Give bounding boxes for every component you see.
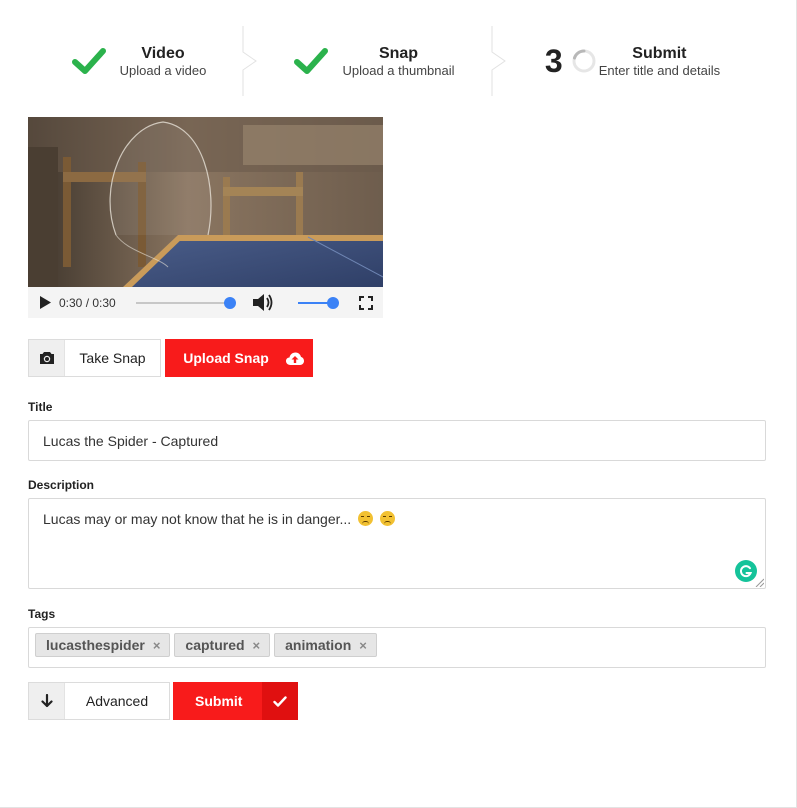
tag-remove-icon[interactable]: ×	[359, 638, 367, 653]
title-input[interactable]: Lucas the Spider - Captured	[28, 420, 766, 461]
step-submit[interactable]: 3 Submit Enter title and details	[499, 26, 766, 96]
video-time: 0:30 / 0:30	[59, 296, 116, 310]
step-description: Upload a thumbnail	[342, 62, 455, 78]
take-snap-button[interactable]: Take Snap	[28, 339, 161, 377]
upload-snap-label: Upload Snap	[183, 350, 269, 366]
description-value: Lucas may or may not know that he is in …	[43, 511, 352, 527]
step-description: Enter title and details	[598, 62, 721, 78]
tag-label: captured	[185, 637, 245, 653]
upload-snap-button[interactable]: Upload Snap	[165, 339, 313, 377]
disappointed-emoji-icon	[379, 511, 395, 526]
seek-track[interactable]	[136, 302, 232, 304]
step-title: Submit	[632, 44, 687, 62]
check-icon	[71, 48, 106, 74]
tag-label: lucasthespider	[46, 637, 145, 653]
tags-label: Tags	[28, 607, 56, 621]
description-label: Description	[28, 478, 95, 492]
tag-remove-icon[interactable]: ×	[253, 638, 261, 653]
step-separator	[242, 26, 257, 96]
submit-button[interactable]: Submit	[173, 682, 298, 720]
camera-icon	[39, 352, 54, 364]
title-label: Title	[28, 400, 53, 414]
tags-input[interactable]: lucasthespider × captured × animation ×	[28, 627, 766, 668]
tag-chip: animation ×	[274, 633, 377, 657]
step-title: Video	[141, 44, 185, 62]
volume-icon[interactable]	[253, 294, 273, 311]
cloud-upload-icon	[286, 352, 304, 365]
step-description: Upload a video	[119, 62, 207, 78]
check-icon	[294, 48, 329, 74]
fullscreen-icon[interactable]	[359, 296, 373, 310]
step-separator	[491, 26, 506, 96]
arrow-down-icon	[40, 694, 53, 708]
tag-chip: captured ×	[174, 633, 271, 657]
title-value: Lucas the Spider - Captured	[43, 433, 219, 449]
video-controls: 0:30 / 0:30	[28, 287, 383, 318]
submit-label: Submit	[195, 693, 243, 709]
tag-label: animation	[285, 637, 352, 653]
checkmark-icon	[273, 695, 287, 707]
advanced-label: Advanced	[85, 693, 149, 709]
advanced-button[interactable]: Advanced	[28, 682, 170, 720]
step-number: 3	[544, 43, 563, 79]
tag-remove-icon[interactable]: ×	[153, 638, 161, 653]
disappointed-emoji-icon	[358, 511, 374, 526]
progress-steps: Video Upload a video Snap Upload a thumb…	[28, 26, 766, 96]
seek-thumb[interactable]	[224, 297, 236, 309]
resize-handle-icon[interactable]	[754, 577, 764, 587]
step-snap[interactable]: Snap Upload a thumbnail	[250, 26, 506, 96]
step-video[interactable]: Video Upload a video	[28, 26, 257, 96]
video-frame-image	[28, 117, 383, 287]
spinner-icon	[572, 49, 596, 73]
play-icon[interactable]	[39, 296, 51, 309]
tag-chip: lucasthespider ×	[35, 633, 171, 657]
step-title: Snap	[378, 44, 419, 62]
take-snap-label: Take Snap	[79, 350, 146, 366]
volume-thumb[interactable]	[327, 297, 339, 309]
description-textarea[interactable]: Lucas may or may not know that he is in …	[28, 498, 766, 589]
